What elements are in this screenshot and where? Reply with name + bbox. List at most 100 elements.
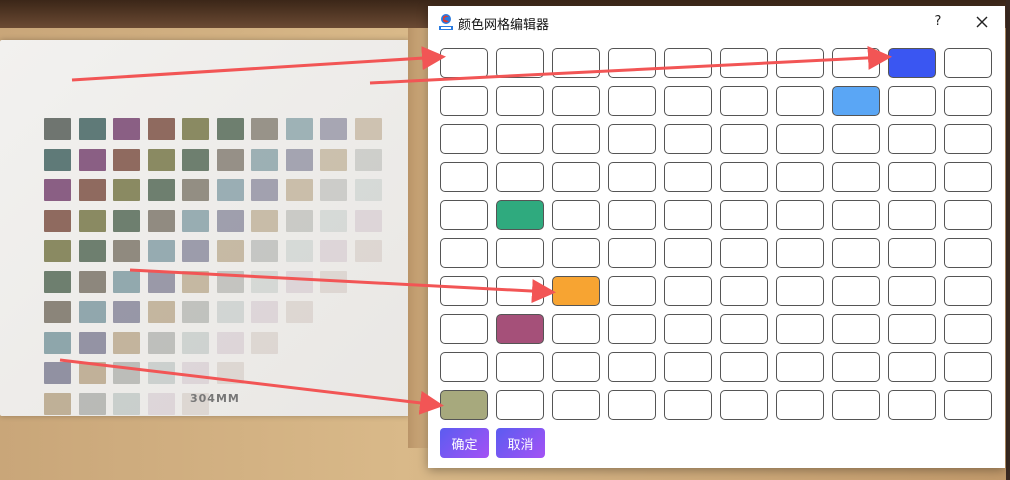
- grid-cell[interactable]: [776, 238, 824, 268]
- grid-cell[interactable]: [440, 314, 488, 344]
- grid-cell[interactable]: [888, 48, 936, 78]
- grid-cell[interactable]: [720, 200, 768, 230]
- grid-cell[interactable]: [888, 314, 936, 344]
- grid-cell[interactable]: [496, 48, 544, 78]
- grid-cell[interactable]: [608, 86, 656, 116]
- grid-cell[interactable]: [440, 238, 488, 268]
- grid-cell[interactable]: [496, 162, 544, 192]
- grid-cell[interactable]: [720, 124, 768, 154]
- grid-cell[interactable]: [664, 124, 712, 154]
- grid-cell[interactable]: [888, 162, 936, 192]
- grid-cell[interactable]: [608, 48, 656, 78]
- grid-cell[interactable]: [552, 200, 600, 230]
- grid-cell[interactable]: [832, 352, 880, 382]
- grid-cell[interactable]: [832, 162, 880, 192]
- grid-cell[interactable]: [832, 124, 880, 154]
- grid-cell[interactable]: [552, 352, 600, 382]
- grid-cell[interactable]: [720, 238, 768, 268]
- grid-cell[interactable]: [888, 276, 936, 306]
- grid-cell[interactable]: [888, 238, 936, 268]
- grid-cell[interactable]: [608, 124, 656, 154]
- grid-cell[interactable]: [832, 390, 880, 420]
- grid-cell[interactable]: [664, 390, 712, 420]
- grid-cell[interactable]: [608, 314, 656, 344]
- grid-cell[interactable]: [944, 86, 992, 116]
- grid-cell[interactable]: [440, 276, 488, 306]
- grid-cell[interactable]: [664, 162, 712, 192]
- grid-cell[interactable]: [720, 86, 768, 116]
- grid-cell[interactable]: [440, 200, 488, 230]
- grid-cell[interactable]: [944, 162, 992, 192]
- grid-cell[interactable]: [944, 124, 992, 154]
- grid-cell[interactable]: [552, 162, 600, 192]
- grid-cell[interactable]: [440, 390, 488, 420]
- grid-cell[interactable]: [832, 48, 880, 78]
- cancel-button[interactable]: 取消: [496, 428, 545, 458]
- grid-cell[interactable]: [608, 390, 656, 420]
- grid-cell[interactable]: [832, 200, 880, 230]
- grid-cell[interactable]: [888, 200, 936, 230]
- grid-cell[interactable]: [608, 200, 656, 230]
- grid-cell[interactable]: [664, 200, 712, 230]
- grid-cell[interactable]: [496, 124, 544, 154]
- grid-cell[interactable]: [776, 352, 824, 382]
- grid-cell[interactable]: [664, 238, 712, 268]
- grid-cell[interactable]: [944, 48, 992, 78]
- grid-cell[interactable]: [552, 314, 600, 344]
- grid-cell[interactable]: [832, 238, 880, 268]
- grid-cell[interactable]: [944, 276, 992, 306]
- grid-cell[interactable]: [608, 276, 656, 306]
- grid-cell[interactable]: [496, 352, 544, 382]
- grid-cell[interactable]: [776, 390, 824, 420]
- grid-cell[interactable]: [776, 48, 824, 78]
- grid-cell[interactable]: [776, 314, 824, 344]
- close-icon[interactable]: [970, 10, 994, 34]
- grid-cell[interactable]: [720, 314, 768, 344]
- grid-cell[interactable]: [440, 352, 488, 382]
- grid-cell[interactable]: [720, 48, 768, 78]
- grid-cell[interactable]: [664, 314, 712, 344]
- grid-cell[interactable]: [608, 238, 656, 268]
- grid-cell[interactable]: [776, 162, 824, 192]
- grid-cell[interactable]: [720, 390, 768, 420]
- grid-cell[interactable]: [552, 124, 600, 154]
- grid-cell[interactable]: [552, 276, 600, 306]
- grid-cell[interactable]: [664, 276, 712, 306]
- grid-cell[interactable]: [888, 124, 936, 154]
- grid-cell[interactable]: [440, 48, 488, 78]
- grid-cell[interactable]: [944, 238, 992, 268]
- grid-cell[interactable]: [440, 162, 488, 192]
- grid-cell[interactable]: [944, 352, 992, 382]
- grid-cell[interactable]: [552, 86, 600, 116]
- grid-cell[interactable]: [832, 314, 880, 344]
- ok-button[interactable]: 确定: [440, 428, 489, 458]
- grid-cell[interactable]: [496, 238, 544, 268]
- help-button[interactable]: ?: [928, 12, 948, 32]
- grid-cell[interactable]: [664, 352, 712, 382]
- grid-cell[interactable]: [608, 352, 656, 382]
- grid-cell[interactable]: [720, 352, 768, 382]
- grid-cell[interactable]: [496, 200, 544, 230]
- grid-cell[interactable]: [552, 238, 600, 268]
- grid-cell[interactable]: [832, 86, 880, 116]
- grid-cell[interactable]: [776, 200, 824, 230]
- grid-cell[interactable]: [720, 276, 768, 306]
- grid-cell[interactable]: [496, 314, 544, 344]
- grid-cell[interactable]: [888, 86, 936, 116]
- grid-cell[interactable]: [888, 390, 936, 420]
- grid-cell[interactable]: [776, 276, 824, 306]
- grid-cell[interactable]: [496, 276, 544, 306]
- grid-cell[interactable]: [496, 86, 544, 116]
- grid-cell[interactable]: [440, 86, 488, 116]
- grid-cell[interactable]: [944, 314, 992, 344]
- grid-cell[interactable]: [552, 48, 600, 78]
- grid-cell[interactable]: [664, 48, 712, 78]
- grid-cell[interactable]: [944, 200, 992, 230]
- grid-cell[interactable]: [776, 86, 824, 116]
- grid-cell[interactable]: [720, 162, 768, 192]
- grid-cell[interactable]: [944, 390, 992, 420]
- grid-cell[interactable]: [440, 124, 488, 154]
- grid-cell[interactable]: [664, 86, 712, 116]
- grid-cell[interactable]: [496, 390, 544, 420]
- grid-cell[interactable]: [552, 390, 600, 420]
